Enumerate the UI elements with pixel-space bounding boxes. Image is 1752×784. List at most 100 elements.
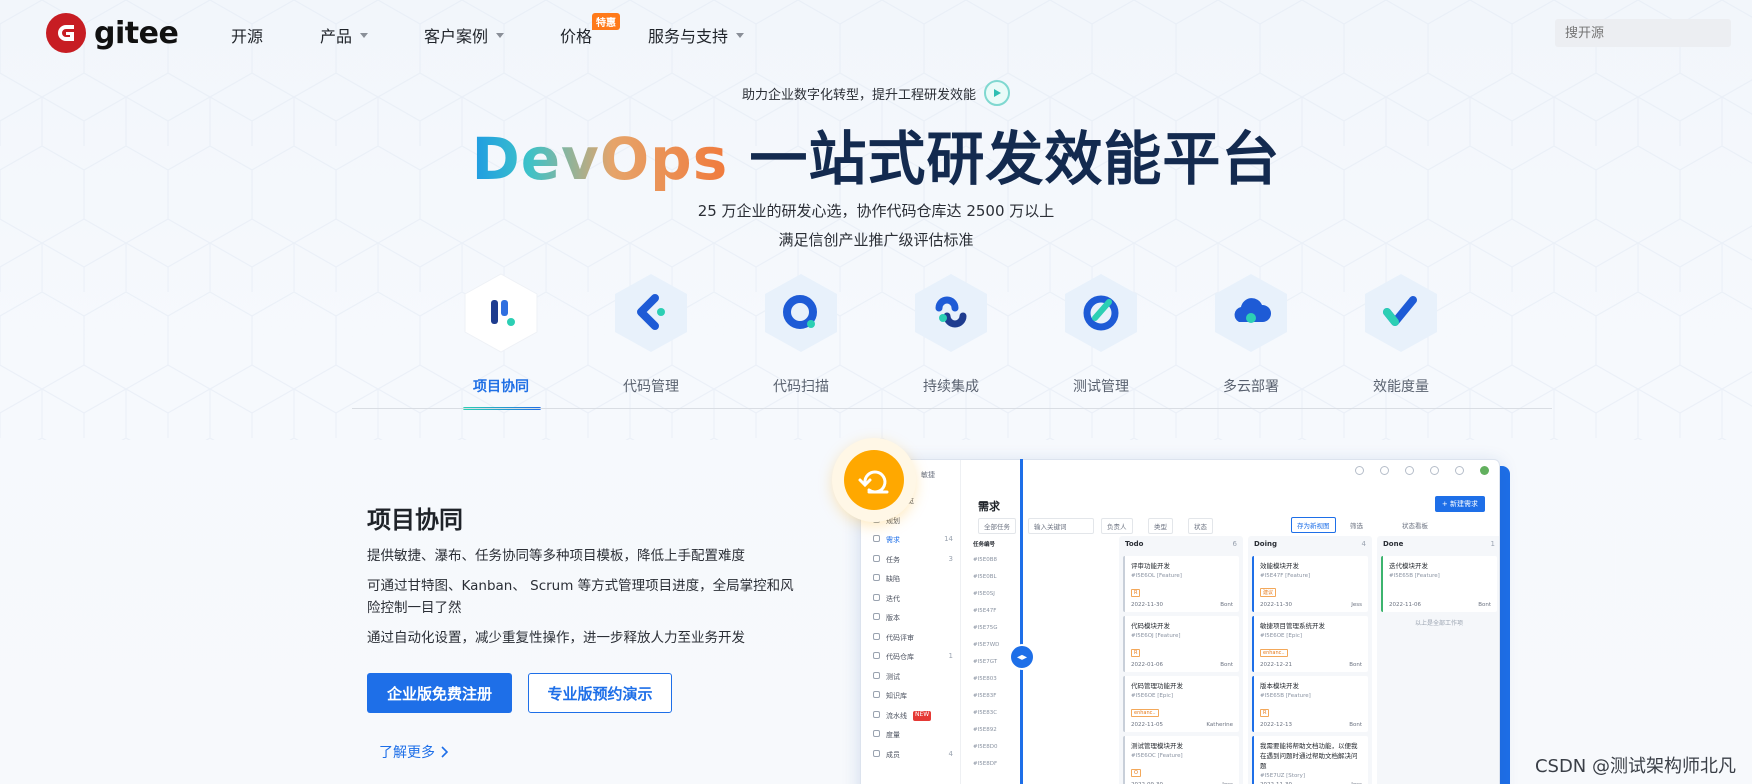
mock-sidebar-item: 版本 (873, 613, 953, 623)
kanban-card: 代码管理功能开发 #I5E6OE [Epic] enhanc.. 2022-11-05… (1123, 676, 1239, 732)
chevron-down-icon (496, 32, 505, 38)
tab-project-collab[interactable]: 项目协同 (441, 270, 561, 410)
ci-icon (915, 274, 987, 352)
card-date: 2022-12-13 (1260, 722, 1292, 728)
mock-task-id: #I5E8DF (973, 761, 998, 767)
mock-page-title: 需求 (978, 500, 1000, 513)
mock-filter: 输入关键词 (1028, 518, 1094, 534)
card-meta: #I5E6OL [Feature] (1131, 573, 1182, 579)
mock-task-id: #I5E803 (973, 676, 997, 682)
nav-label: 客户案例 (424, 27, 489, 46)
menu-item-icon (873, 574, 880, 581)
enterprise-register-button[interactable]: 企业版免费注册 (367, 673, 512, 713)
nav-item-support[interactable]: 服务与支持 (648, 23, 745, 47)
nav-item-pricing[interactable]: 价格 (560, 23, 592, 47)
kanban-card: 测试管理模块开发#I5E6OC [Feature]O2022-09-30Jess (1123, 736, 1239, 784)
mock-sidebar-count: 3 (948, 554, 953, 563)
link-icon (1380, 466, 1389, 475)
mock-board-switch: 状态看板 (1402, 522, 1428, 530)
mock-filter: 状态 (1188, 518, 1213, 534)
card-title: 我需要能将帮助文档功能，以便我在遇到问题时通过帮助文档解决问题 (1260, 742, 1358, 770)
tagline-text: 助力企业数字化转型，提升工程研发效能 (741, 87, 976, 103)
kanban-card: 效能模块开发 #I5E47F [Feature] 建议 2022-11-30 Jess (1252, 556, 1368, 612)
feature-line-2: 可通过甘特图、Kanban、 Scrum 等方式管理项目进度，全局掌控和风险控制… (367, 578, 794, 616)
play-video-icon[interactable] (984, 80, 1010, 106)
card-tag: O (1131, 769, 1141, 777)
card-title: 效能模块开发 (1260, 562, 1299, 570)
logo-text: gitee (94, 15, 179, 51)
mock-sidebar-label: 代码仓库 (886, 653, 914, 661)
nav-item-opensource[interactable]: 开源 (231, 23, 263, 47)
bell-icon (1405, 466, 1414, 475)
mock-sidebar-item: 任务 3 (873, 554, 953, 565)
nav-label: 产品 (320, 27, 353, 46)
menu-item-icon (873, 632, 880, 640)
menu-item-icon (873, 671, 880, 679)
card-meta: #I5E65B [Feature] (1389, 573, 1440, 579)
mock-sidebar-label: 任务 (886, 555, 900, 564)
nav-item-products[interactable]: 产品 (320, 23, 369, 47)
pro-demo-button[interactable]: 专业版预约演示 (528, 673, 672, 713)
mock-task-id: #I5E83F (973, 693, 997, 699)
mock-id-column: 任务编号 #I5E0B8 #I5E0BL #I5E0SJ #I5E47F #I5E75G… (973, 540, 1013, 767)
search-input[interactable] (1555, 19, 1731, 47)
mock-sidebar-count: 4 (948, 749, 953, 758)
menu-item-icon (873, 710, 880, 718)
column-name: Doing (1254, 540, 1278, 548)
card-meta: #I5E6OC [Feature] (1131, 753, 1183, 759)
gitee-logo-icon (46, 13, 86, 53)
mock-sidebar-item: 测试 (873, 671, 953, 682)
card-owner: Katherine (1206, 722, 1233, 728)
chevron-down-icon (736, 32, 745, 38)
card-title: 迭代模块开发 (1389, 562, 1428, 570)
tab-code-manage[interactable]: 代码管理 (591, 270, 711, 410)
learn-more-link[interactable]: 了解更多 (379, 742, 449, 762)
kanban-column-done: Done 1 迭代模块开发 #I5E65B [Feature] 2022-11-06 Bo… (1377, 536, 1499, 784)
mock-sidebar-item: 度量 (873, 730, 953, 740)
mock-breadcrumb: 敏捷 (921, 471, 935, 479)
tab-label: 持续集成 (923, 379, 979, 395)
card-date: 2022-01-06 (1131, 662, 1163, 668)
kanban-card: 版本模块开发 #I5E65B [Feature] R 2022-12-13 Bont (1252, 676, 1368, 732)
tab-test-manage[interactable]: 测试管理 (1041, 270, 1161, 410)
kanban-column-todo: Todo 6 评审功能开发 #I5E6OL [Feature] R 2022-11-30 B… (1119, 536, 1243, 784)
refresh-cycle-icon (844, 450, 904, 510)
card-title: 敏捷项目管理系统开发 (1260, 622, 1325, 630)
mock-sidebar-item: 需求 14 (873, 535, 953, 545)
mock-sidebar-label: 缺陷 (886, 575, 900, 583)
compare-slider-handle[interactable]: ◂▸ (1009, 644, 1035, 670)
chevron-down-icon (360, 32, 369, 38)
tab-code-scan[interactable]: 代码扫描 (741, 270, 861, 410)
card-owner: Bont (1220, 602, 1233, 608)
kanban-column-header: Todo 6 (1119, 536, 1243, 552)
compare-slider-line[interactable] (1020, 459, 1023, 784)
kanban-card: 我需要能将帮助文档功能，以便我在遇到问题时通过帮助文档解决问题 #I5E7UZ [… (1252, 736, 1368, 784)
feature-line-1: 提供敏捷、瀑布、任务协同等多种项目模板，降低上手配置难度 (367, 548, 745, 564)
hero-subtitle-2: 满足信创产业推广级评估标准 (778, 231, 974, 249)
tab-ci[interactable]: 持续集成 (891, 270, 1011, 410)
mock-task-id: #I5E0SJ (973, 591, 995, 597)
mock-sidebar-count: 14 (944, 535, 953, 543)
menu-item-icon (873, 593, 880, 601)
tab-cloud-deploy[interactable]: 多云部署 (1191, 270, 1311, 410)
card-tag: R (1131, 589, 1141, 597)
card-date: 2022-12-21 (1260, 662, 1292, 668)
menu-item-icon (873, 535, 880, 542)
nav-label: 服务与支持 (648, 27, 729, 46)
bulb-icon (1430, 466, 1439, 475)
column-name: Todo (1125, 540, 1144, 548)
mock-task-id: #I5E75G (973, 625, 998, 631)
card-tag: 建议 (1260, 588, 1277, 597)
nav-label: 开源 (231, 27, 264, 46)
card-tag: enhanc.. (1260, 649, 1288, 657)
nav-item-cases[interactable]: 客户案例 (424, 23, 505, 47)
learn-more-text: 了解更多 (379, 745, 435, 761)
gitee-logo[interactable]: gitee (46, 13, 179, 53)
menu-item-icon (873, 652, 880, 659)
product-tabs: 项目协同 代码管理 代码扫描 持续集成 测试管理 多云部署 效能度量 (0, 270, 1752, 410)
menu-item-icon (873, 613, 880, 620)
card-meta: #I5E6OE [Epic] (1131, 693, 1174, 699)
card-date: 2022-11-06 (1389, 602, 1421, 608)
mock-sidebar-label: 迭代 (886, 594, 900, 603)
tab-metrics[interactable]: 效能度量 (1341, 270, 1461, 410)
